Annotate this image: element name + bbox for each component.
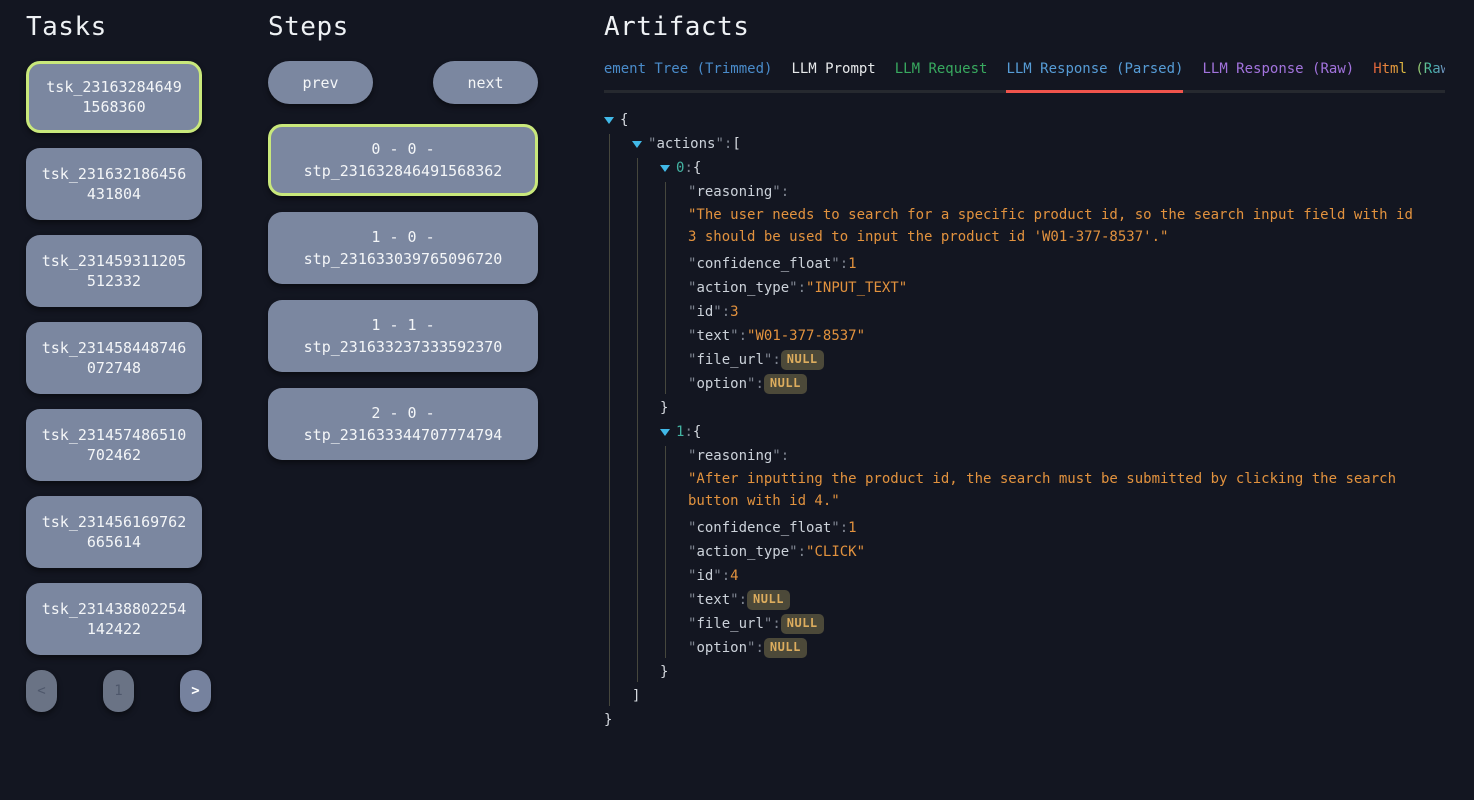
json-property: "text" : NULL: [688, 590, 1445, 610]
json-property: "option" : NULL: [688, 374, 1445, 394]
step-button-0[interactable]: 0 - 0 - stp_231632846491568362: [268, 124, 538, 196]
json-property: "action_type" : "INPUT_TEXT": [688, 278, 1445, 298]
tab-llm-request[interactable]: LLM Request: [895, 61, 988, 93]
steps-next-button[interactable]: next: [433, 61, 538, 104]
tasks-title: Tasks: [26, 12, 202, 42]
steps-panel: Steps prev next 0 - 0 - stp_231632846491…: [268, 0, 538, 476]
task-button-2[interactable]: tsk_231459311205512332: [26, 235, 202, 307]
collapse-triangle-icon[interactable]: [604, 117, 614, 124]
json-property: "option" : NULL: [688, 638, 1445, 658]
artifacts-title: Artifacts: [604, 12, 1445, 42]
task-button-0[interactable]: tsk_231632846491568360: [26, 61, 202, 133]
tab-element-tree-trimmed[interactable]: Element Tree (Trimmed): [604, 61, 772, 93]
tab-html-raw[interactable]: Html (Raw): [1373, 61, 1445, 93]
json-root: {: [604, 110, 1445, 130]
null-badge: NULL: [747, 590, 790, 610]
artifacts-tabs: Element Tree (Trimmed) LLM Prompt LLM Requ…: [604, 61, 1445, 93]
tasks-list: tsk_231632846491568360 tsk_23163218645643…: [26, 61, 202, 655]
pagination-page-1-button[interactable]: 1: [103, 670, 134, 712]
json-property: "reasoning" :: [688, 446, 1445, 466]
json-property: "id" : 3: [688, 302, 1445, 322]
artifacts-tabbar: Element Tree (Trimmed) LLM Prompt LLM Requ…: [604, 61, 1445, 93]
json-property: "file_url" : NULL: [688, 614, 1445, 634]
step-button-3[interactable]: 2 - 0 - stp_231633344707774794: [268, 388, 538, 460]
task-button-6[interactable]: tsk_231438802254142422: [26, 583, 202, 655]
json-property: "file_url" : NULL: [688, 350, 1445, 370]
json-property: "reasoning" :: [688, 182, 1445, 202]
null-badge: NULL: [781, 614, 824, 634]
steps-nav-row: prev next: [268, 61, 538, 104]
json-string-value: "After inputting the product id, the sea…: [688, 468, 1416, 512]
json-property: "confidence_float" : 1: [688, 518, 1445, 538]
json-node-close: }: [660, 662, 1445, 682]
tasks-panel: Tasks tsk_231632846491568360 tsk_23163218…: [26, 0, 202, 712]
json-root-close: }: [604, 710, 1445, 730]
tab-llm-prompt[interactable]: LLM Prompt: [791, 61, 875, 93]
collapse-triangle-icon[interactable]: [660, 429, 670, 436]
json-property: "action_type" : "CLICK": [688, 542, 1445, 562]
json-property: "confidence_float" : 1: [688, 254, 1445, 274]
json-node: "actions" : [: [632, 134, 1445, 154]
json-children: "reasoning" :"The user needs to search f…: [665, 182, 1445, 394]
json-children: 0 : {"reasoning" :"The user needs to sea…: [637, 158, 1445, 682]
steps-list: 0 - 0 - stp_231632846491568362 1 - 0 - st…: [268, 124, 538, 460]
json-children: "actions" : [0 : {"reasoning" :"The user…: [609, 134, 1445, 706]
step-button-1[interactable]: 1 - 0 - stp_231633039765096720: [268, 212, 538, 284]
pagination-next-button[interactable]: >: [180, 670, 211, 712]
llm-response-parsed-json-tree: {"actions" : [0 : {"reasoning" :"The use…: [604, 110, 1445, 730]
json-property: "text" : "W01-377-8537": [688, 326, 1445, 346]
json-children: "reasoning" :"After inputting the produc…: [665, 446, 1445, 658]
json-node: 0 : {: [660, 158, 1445, 178]
json-string-value: "The user needs to search for a specific…: [688, 204, 1416, 248]
step-button-2[interactable]: 1 - 1 - stp_231633237333592370: [268, 300, 538, 372]
pagination-prev-button[interactable]: <: [26, 670, 57, 712]
json-node-close: ]: [632, 686, 1445, 706]
collapse-triangle-icon[interactable]: [632, 141, 642, 148]
json-property: "id" : 4: [688, 566, 1445, 586]
collapse-triangle-icon[interactable]: [660, 165, 670, 172]
null-badge: NULL: [781, 350, 824, 370]
null-badge: NULL: [764, 374, 807, 394]
steps-prev-button[interactable]: prev: [268, 61, 373, 104]
task-button-5[interactable]: tsk_231456169762665614: [26, 496, 202, 568]
json-node: 1 : {: [660, 422, 1445, 442]
null-badge: NULL: [764, 638, 807, 658]
tab-llm-response-raw[interactable]: LLM Response (Raw): [1202, 61, 1354, 93]
task-button-1[interactable]: tsk_231632186456431804: [26, 148, 202, 220]
artifacts-panel: Artifacts Element Tree (Trimmed) LLM Prom…: [604, 0, 1445, 734]
task-button-4[interactable]: tsk_231457486510702462: [26, 409, 202, 481]
tab-llm-response-parsed[interactable]: LLM Response (Parsed): [1006, 61, 1183, 93]
json-node-close: }: [660, 398, 1445, 418]
task-button-3[interactable]: tsk_231458448746072748: [26, 322, 202, 394]
steps-title: Steps: [268, 12, 538, 42]
tasks-pagination: < 1 >: [26, 670, 211, 712]
